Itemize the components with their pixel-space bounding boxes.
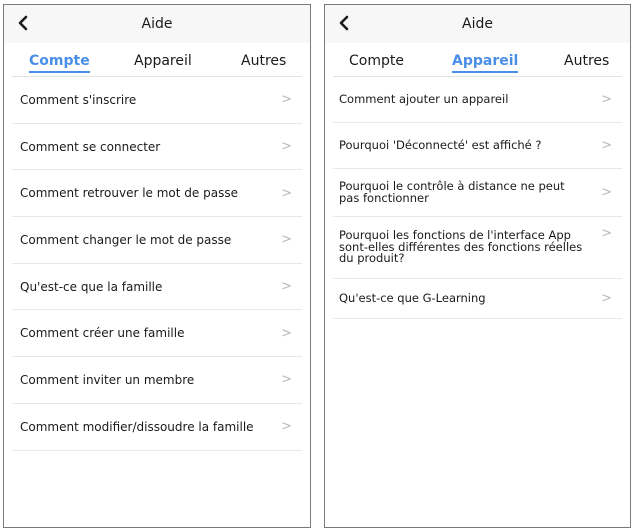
list-item[interactable]: Comment inviter un membre > — [12, 357, 302, 404]
tab-bar: Compte Appareil Autres — [333, 43, 622, 77]
list-item-label: Comment créer une famille — [20, 326, 185, 341]
list-item-label: Comment changer le mot de passe — [20, 232, 232, 247]
list-item[interactable]: Comment se connecter > — [12, 124, 302, 171]
chevron-right-icon: > — [281, 139, 292, 155]
chevron-right-icon: > — [281, 419, 292, 435]
tab-autres[interactable]: Autres — [564, 53, 609, 69]
list-item-label: Comment ajouter un appareil — [339, 91, 509, 106]
help-list: Comment s'inscrire > Comment se connecte… — [12, 77, 302, 451]
header: Aide — [4, 5, 310, 43]
list-item-label: Qu'est-ce que la famille — [20, 279, 163, 294]
list-item[interactable]: Qu'est-ce que la famille > — [12, 264, 302, 311]
chevron-right-icon: > — [281, 185, 292, 201]
tab-appareil[interactable]: Appareil — [452, 53, 519, 73]
chevron-right-icon: > — [281, 279, 292, 295]
list-item[interactable]: Comment ajouter un appareil > — [333, 77, 622, 123]
screenshot-stage: Aide Compte Appareil Autres Comment s'in… — [0, 0, 633, 530]
tab-compte[interactable]: Compte — [29, 53, 90, 73]
list-item[interactable]: Pourquoi les fonctions de l'interface Ap… — [333, 217, 622, 279]
list-item-label: Pourquoi le contrôle à distance ne peut … — [339, 179, 565, 205]
help-list: Comment ajouter un appareil > Pourquoi '… — [333, 77, 622, 319]
list-item[interactable]: Pourquoi 'Déconnecté' est affiché ? > — [333, 123, 622, 169]
page-title: Aide — [141, 16, 173, 32]
list-item-label: Qu'est-ce que G-Learning — [339, 290, 486, 305]
tab-autres[interactable]: Autres — [241, 53, 286, 69]
chevron-right-icon: > — [601, 92, 612, 107]
page-title: Aide — [462, 16, 493, 32]
list-item-label: Comment s'inscrire — [20, 92, 137, 107]
chevron-right-icon: > — [601, 226, 612, 241]
list-item[interactable]: Comment changer le mot de passe > — [12, 217, 302, 264]
chevron-right-icon: > — [281, 92, 292, 108]
list-item-label: Comment retrouver le mot de passe — [20, 186, 238, 201]
tab-bar: Compte Appareil Autres — [12, 43, 302, 77]
tab-compte[interactable]: Compte — [349, 53, 404, 69]
list-item[interactable]: Comment modifier/dissoudre la famille > — [12, 404, 302, 451]
list-item-label: Pourquoi 'Déconnecté' est affiché ? — [339, 137, 542, 152]
chevron-right-icon: > — [601, 185, 612, 200]
list-item-label: Comment inviter un membre — [20, 372, 195, 387]
chevron-right-icon: > — [281, 325, 292, 341]
right-screen: Aide Compte Appareil Autres Comment ajou… — [324, 4, 631, 528]
list-item[interactable]: Comment retrouver le mot de passe > — [12, 170, 302, 218]
chevron-right-icon: > — [601, 138, 612, 153]
list-item-label: Comment modifier/dissoudre la famille — [20, 419, 254, 434]
list-item[interactable]: Pourquoi le contrôle à distance ne peut … — [333, 169, 622, 217]
header: Aide — [325, 5, 630, 43]
chevron-right-icon: > — [281, 372, 292, 388]
chevron-right-icon: > — [281, 232, 292, 248]
list-item[interactable]: Comment s'inscrire > — [12, 77, 302, 124]
chevron-right-icon: > — [601, 291, 612, 306]
tab-appareil[interactable]: Appareil — [134, 53, 192, 69]
left-screen: Aide Compte Appareil Autres Comment s'in… — [3, 4, 311, 528]
list-item-label: Pourquoi les fonctions de l'interface Ap… — [339, 228, 583, 266]
list-item-label: Comment se connecter — [20, 139, 161, 154]
list-item[interactable]: Comment créer une famille > — [12, 310, 302, 358]
list-item[interactable]: Qu'est-ce que G-Learning > — [333, 279, 622, 319]
